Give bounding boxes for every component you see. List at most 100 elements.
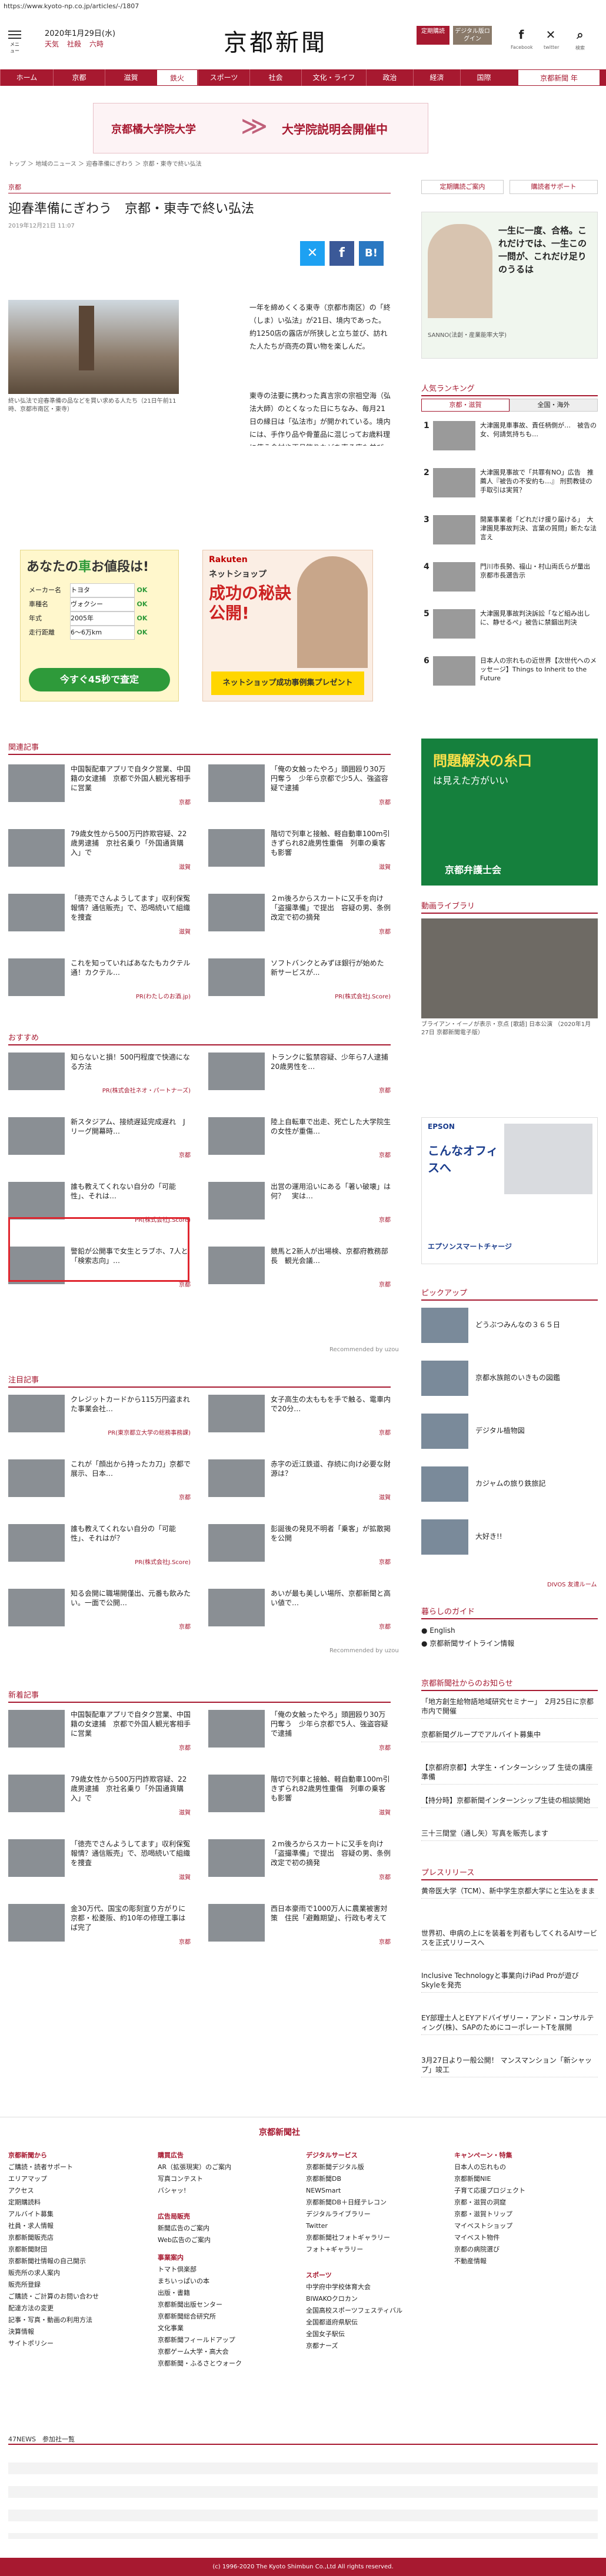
article-thumbnail[interactable] [8,1395,65,1432]
video-thumbnail[interactable] [421,918,598,1018]
footer-link[interactable]: 京都新聞総合研究所 [158,2311,299,2323]
footer-link[interactable]: 京都ナーズ [306,2340,447,2352]
info-item[interactable]: 【持分時】京都新聞インターンシップ生徒の相談開始 [421,1796,598,1808]
article-card-title[interactable]: 西日本豪雨で1000万人に農業被害対策 住民「避難期望」、行政も考えて [271,1904,391,1932]
pickup-item[interactable]: デジタル植物図 [421,1414,598,1455]
press-item[interactable]: Inclusive Technologyと事業向けiPad Proが遊び Sky… [421,1971,598,1993]
highlighted-card-frame[interactable] [8,1217,189,1282]
rank-title[interactable]: 開業事業者「どれだけ援り届ける」 大津園見事故判決、言葉の質問」新たな法言え [480,515,598,548]
weather-link[interactable]: 天気 [45,40,59,48]
footer-link[interactable]: フォト+ギャラリー [306,2244,447,2256]
footer-link[interactable]: 中学府中学校体育大会 [306,2281,447,2293]
weather-links[interactable]: 天気 社殺 六時 [45,39,112,49]
article-card[interactable]: 西日本豪雨で1000万人に農業被害対策 住民「避難期望」、行政も考えて 京都 [208,1904,391,1946]
article-card-title[interactable]: 「俺の女触ったやろ」頭囲殴り30万円奪う 少年ら京都で少5人、強盗容疑で逮捕 [271,764,391,793]
article-card-title[interactable]: あいが最も美しい場所、京都新聞と高い値で… [271,1589,391,1617]
rakuten-ad[interactable]: Rakuten ネットショップ 成功の秘訣公開! ネットショップ成功事例集プレゼ… [202,550,373,701]
footer-link[interactable]: まちいっぱいの本 [158,2276,299,2287]
ranking-item[interactable]: 1 大津園見車事故、責任柄側が… 被告の女、何請気持ちも… [421,421,598,456]
footer-link[interactable]: 京都新聞DB＋日経テレコン [306,2197,447,2209]
article-card[interactable]: 赤字の近江鉄道、存続に向け必要な財源は？ 滋賀 [208,1459,391,1501]
nav-culture[interactable]: 文化・ライフ [301,69,366,86]
footer-link[interactable]: 京都新聞デジタル版 [306,2161,447,2173]
article-thumbnail[interactable] [8,894,65,931]
article-thumbnail[interactable] [208,1182,265,1219]
article-card[interactable]: 「俺の女触ったやろ」頭囲殴り30万円奪う 少年ら京都で少5人、強盗容疑で逮捕 京都 [208,764,391,806]
article-card-title[interactable]: 赤字の近江鉄道、存続に向け必要な財源は？ [271,1459,391,1488]
rank-thumbnail[interactable] [433,609,475,639]
rokuji-link[interactable]: 六時 [89,40,104,48]
footer-link[interactable]: 不動産情報 [454,2256,595,2267]
footer-link[interactable]: マイベスト物件 [454,2232,595,2244]
press-item[interactable]: 世界初、申病の上にを装着を判者もしてくれるAIサービスを正式リリースへ [421,1929,598,1950]
footer-link[interactable]: 販売所の求人案内 [8,2267,149,2279]
footer-link[interactable]: 新聞広告のご案内 [158,2223,299,2234]
car-appraisal-ad[interactable]: あなたの車お値段は! メーカー名 トヨタ OK 車種名 ヴォクシー OK 年式 200… [20,550,179,701]
footer-link[interactable]: エリアマップ [8,2173,149,2185]
press-item[interactable]: 3月27日より一般公開！ マンスマンション「新シャップ」竣工 [421,2056,598,2077]
article-thumbnail[interactable] [208,1904,265,1942]
footer-link[interactable]: NEWSmart [306,2185,447,2197]
article-thumbnail[interactable] [208,1053,265,1090]
footer-link[interactable]: アルバイト募集 [8,2209,149,2220]
footer-link[interactable]: 京都新聞出版センター [158,2299,299,2311]
reader-support-link[interactable]: 購読者サポート [510,180,598,194]
footer-link[interactable]: 定期購読料 [8,2197,149,2209]
university-ad-banner[interactable]: 京都橘大学院大学 ≫ 大学院説明会開催中 [93,103,428,153]
article-card[interactable]: 陸上自転車で出走、死亡した大学院生の女性が重傷… 京都 [208,1117,391,1159]
article-card-title[interactable]: 中国製配車アプリで自タク営業、中国籍の女逮捕 京都で外国人観光客相手に営業 [71,764,191,793]
article-thumbnail[interactable] [8,1053,65,1090]
article-card-title[interactable]: 「俺の女触ったやろ」頭囲殴り30万円奪う 少年ら京都で5人、強盗容疑で逮捕 [271,1710,391,1738]
article-card[interactable]: 79歳女性から500万円詐欺容疑、22歳男逮捕 京社名乗り「外国通貨購入」で 滋賀 [8,1775,191,1816]
article-thumbnail[interactable] [8,1459,65,1497]
article-card[interactable]: 金30万代、国宝の彫刻宣り方がりに 京都・松菱阪、約10年の修理工事はば完了 京都 [8,1904,191,1946]
article-card[interactable]: ２m後ろからスカートに又手を向け「盗撮準備」で提出 容疑の男、条例改定で初の摘発… [208,894,391,935]
article-thumbnail[interactable] [208,1775,265,1812]
article-card[interactable]: 中国製配車アプリで自タク営業、中国籍の女逮捕 京都で外国人観光客相手に営業 京都 [8,764,191,806]
article-card-title[interactable]: 「徳売でさんようしてます」収利保冤報情？通信販売」で、恐喝続いて組織を捜査 [71,894,191,922]
article-card[interactable]: これを知っていればあなたもカクテル通！カクテル… PR(わたしのお酒.jp) [8,958,191,1000]
article-thumbnail[interactable] [8,829,65,867]
article-card-title[interactable]: 競馬と2新人が出場検、京都府教務部長 観光会議… [271,1247,391,1275]
footer-link[interactable]: 文化事業 [158,2323,299,2334]
bengoshi-ad[interactable]: 問題解決の糸口 は見えた方がいい 京都弁護士会 [421,739,598,886]
footer-link[interactable]: 京都新聞・ふるさとウォーク [158,2358,299,2370]
article-card-title[interactable]: 79歳女性から500万円詐欺容疑、22歳男逮捕 京社名乗り「外国通貨購入」で [71,1775,191,1803]
article-thumbnail[interactable] [8,1710,65,1748]
site-logo[interactable]: 京都新聞 [224,24,327,58]
article-card[interactable]: クレジットカードから115万円盗まれた事業会社… PR(東京都立大学の総務事務課) [8,1395,191,1436]
ranking-item[interactable]: 3 開業事業者「どれだけ援り届ける」 大津園見事故判決、言葉の質問」新たな法言え [421,515,598,550]
footer-link[interactable]: 記事・写真・動画の利用方法 [8,2314,149,2326]
article-card-title[interactable]: 「徳売でさんようしてます」収利保冤報情？通信販売」で、恐喝続いて組織を捜査 [71,1839,191,1867]
footer-link[interactable]: バシャッ! [158,2185,299,2197]
article-card-title[interactable]: 誰も教えてくれない自分の「可能性」、それはが？ [71,1524,191,1552]
footer-link[interactable]: Web広告のご案内 [158,2234,299,2246]
article-thumbnail[interactable] [8,1589,65,1626]
footer-link[interactable]: 子育て応援プロジェクト [454,2185,595,2197]
footer-link[interactable]: 京都新聞DB [306,2173,447,2185]
pickup-title[interactable]: 大好き!! [475,1531,502,1541]
article-thumbnail[interactable] [208,1117,265,1155]
rank-title[interactable]: 大津園見車事故、責任柄側が… 被告の女、何請気持ちも… [480,421,598,454]
footer-link[interactable]: Twitter [306,2220,447,2232]
article-card-title[interactable]: ２m後ろからスカートに又手を向け「盗撮準備」で提出 容疑の男、条例改定で初の摘発 [271,1839,391,1867]
article-thumbnail[interactable] [208,1395,265,1432]
article-thumbnail[interactable] [8,1524,65,1562]
article-card[interactable]: ソフトバンクとみずほ銀行が始めた新サービスが... PR(株式会社J.Score) [208,958,391,1000]
footer-link[interactable]: 販売所登録 [8,2279,149,2291]
nav-sports[interactable]: スポーツ [198,69,249,86]
car-ad-value[interactable]: ヴォクシー [70,597,135,612]
article-thumbnail[interactable] [8,1904,65,1942]
footer-link[interactable]: AR（拡張現実）のご案内 [158,2161,299,2173]
footer-logo[interactable]: 京都新聞社 [259,2126,300,2138]
footer-link[interactable]: 京都新聞社フォトギャラリー [306,2232,447,2244]
pickup-item[interactable]: 大好き!! [421,1519,598,1561]
tab-kyoto-shiga[interactable]: 京都・滋賀 [421,399,510,412]
article-card-title[interactable]: 知らないと損！500円程度で快適になる方法 [71,1053,191,1081]
subscribe-button[interactable]: 定期購読 [417,26,449,45]
ranking-item[interactable]: 2 大津園見事故で「共罪有NO」広告 推薦人『被告の不安約も…』 刑罰教徒の手取引… [421,468,598,503]
article-thumbnail[interactable] [208,958,265,996]
footer-link[interactable]: 配達方法の変更 [8,2303,149,2314]
car-ad-cta-button[interactable]: 今すぐ45秒で査定 [29,668,170,691]
article-card-title[interactable]: 出営の運用沿いにある「著い破壊」は何？ 実は… [271,1182,391,1210]
